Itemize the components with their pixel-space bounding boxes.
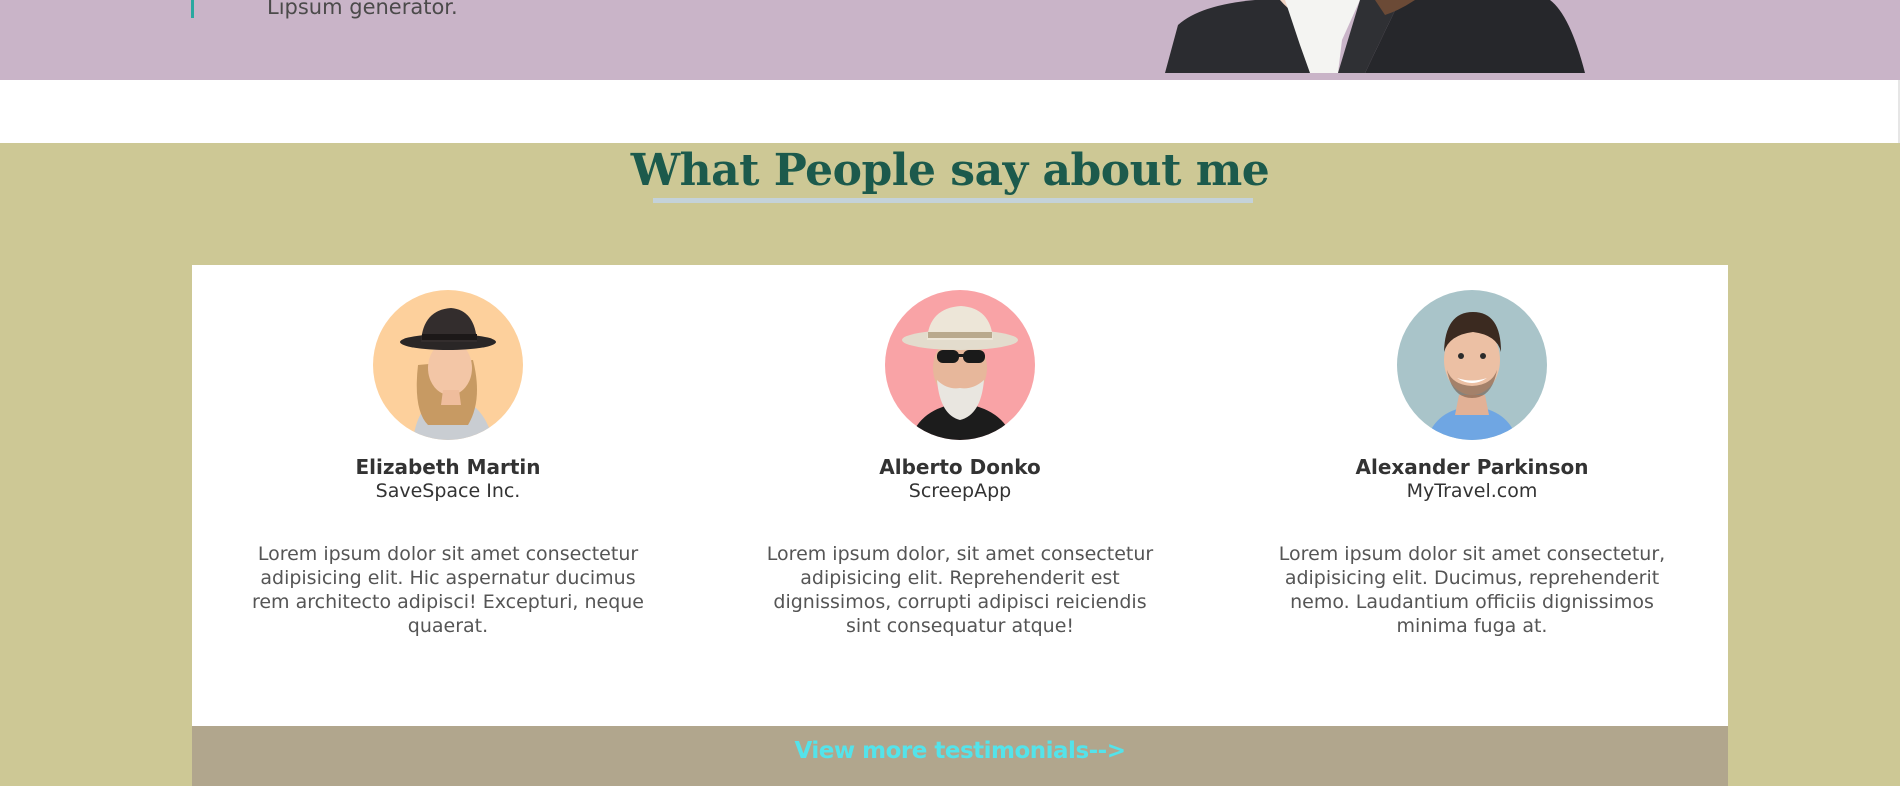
person-name: Elizabeth Martin (355, 455, 541, 479)
testimonial-quote: Lorem ipsum dolor sit amet consectetur a… (251, 543, 645, 637)
person-name: Alberto Donko (879, 455, 1041, 479)
section-title: What People say about me (630, 145, 1270, 196)
testimonials-card-panel: Elizabeth Martin SaveSpace Inc. Lorem ip… (192, 265, 1728, 786)
testimonial-card: Elizabeth Martin SaveSpace Inc. Lorem ip… (192, 265, 704, 726)
hero-section: Lipsum generator. (0, 0, 1900, 80)
testimonial-quote: Lorem ipsum dolor sit amet consectetur, … (1278, 543, 1666, 637)
hero-text: Lipsum generator. (267, 0, 458, 19)
company-name: MyTravel.com (1406, 480, 1538, 502)
title-underline (653, 198, 1253, 203)
avatar (885, 290, 1035, 440)
testimonial-quote: Lorem ipsum dolor, sit amet consectetur … (766, 543, 1154, 637)
testimonials-section: What People say about me Elizabeth Marti… (0, 143, 1900, 786)
testimonial-card: Alexander Parkinson MyTravel.com Lorem i… (1216, 265, 1728, 726)
testimonial-card: Alberto Donko ScreepApp Lorem ipsum dolo… (704, 265, 1216, 726)
company-name: SaveSpace Inc. (375, 480, 521, 502)
view-more-testimonials-link[interactable]: View more testimonials--> (795, 738, 1127, 764)
company-name: ScreepApp (908, 480, 1012, 502)
person-name: Alexander Parkinson (1355, 455, 1589, 479)
avatar (1397, 290, 1547, 440)
avatar (373, 290, 523, 440)
hero-portrait-image (1160, 0, 1605, 73)
hero-accent-line (191, 0, 194, 18)
view-more-bar: View more testimonials--> (192, 726, 1728, 786)
